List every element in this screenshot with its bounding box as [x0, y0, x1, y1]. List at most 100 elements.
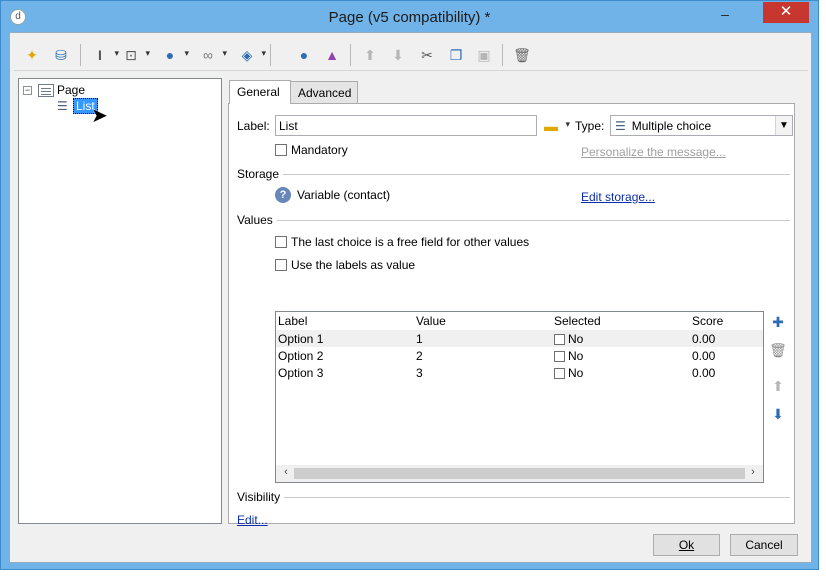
cell-selected[interactable]: No	[554, 366, 583, 380]
cell-value: 1	[416, 332, 423, 346]
visibility-section-header: Visibility	[237, 490, 790, 504]
shapes-icon[interactable]: ▲	[322, 45, 342, 65]
personalize-icon[interactable]: ▬	[541, 116, 570, 136]
checkbox-box[interactable]	[275, 259, 287, 271]
move-down-icon[interactable]: ⬇	[769, 406, 787, 424]
cell-selected-text: No	[568, 332, 584, 346]
tree-node-page[interactable]: − Page	[23, 82, 85, 98]
title-bar[interactable]: d Page (v5 compatibility) * – ✕	[1, 1, 818, 33]
dialog-body: ✦ ⛁ I ⊡ ● ∞ ◈ ● ▲ ⬆ ⬇ ✂ ❐ ▣ 🗑 − Page	[9, 32, 812, 563]
link-icon[interactable]: ∞	[198, 45, 227, 65]
toolbar: ✦ ⛁ I ⊡ ● ∞ ◈ ● ▲ ⬆ ⬇ ✂ ❐ ▣ 🗑	[14, 39, 808, 71]
table-row[interactable]: Option 1 1 No 0.00	[276, 330, 763, 347]
values-title: Values	[237, 213, 273, 227]
free-field-label: The last choice is a free field for othe…	[291, 235, 530, 249]
use-labels-checkbox[interactable]: Use the labels as value	[275, 258, 415, 272]
cell-score: 0.00	[692, 366, 716, 380]
close-button[interactable]: ✕	[763, 2, 809, 23]
checkbox-box[interactable]	[275, 236, 287, 248]
trash-icon[interactable]: 🗑	[512, 45, 532, 65]
cell-label: Option 1	[278, 332, 324, 346]
storage-section-header: Storage	[237, 167, 790, 181]
values-section-header: Values	[237, 213, 790, 227]
help-icon: ?	[275, 187, 291, 203]
copy-icon[interactable]: ❐	[446, 45, 466, 65]
cell-selected[interactable]: No	[554, 349, 583, 363]
column-header-label[interactable]: Label	[278, 314, 307, 328]
visibility-title: Visibility	[237, 490, 281, 504]
cell-score: 0.00	[692, 349, 716, 363]
column-header-value[interactable]: Value	[416, 314, 446, 328]
mouse-cursor-icon: ➤	[91, 105, 108, 127]
cell-selected-text: No	[568, 349, 584, 363]
personalize-message-link[interactable]: Personalize the message...	[581, 145, 726, 159]
scroll-right-icon[interactable]: ›	[745, 466, 761, 478]
type-select[interactable]: ☰ Multiple choice ▼	[610, 115, 793, 136]
person-icon[interactable]: ●	[294, 45, 314, 65]
tab-general[interactable]: General	[229, 80, 291, 104]
ok-button[interactable]: Ok	[653, 534, 720, 556]
storage-title: Storage	[237, 167, 280, 181]
globe-icon[interactable]: ●	[160, 45, 189, 65]
page-icon	[38, 83, 54, 97]
toolbar-separator	[80, 44, 81, 66]
checkbox-box[interactable]	[554, 334, 565, 345]
checkbox-box[interactable]	[554, 351, 565, 362]
tab-advanced[interactable]: Advanced	[290, 81, 358, 103]
mandatory-checkbox[interactable]: Mandatory	[275, 143, 348, 157]
delete-value-icon[interactable]: 🗑	[769, 342, 787, 360]
chevron-down-icon[interactable]: ▼	[775, 116, 792, 135]
magic-wand-icon[interactable]: ✦	[22, 45, 42, 65]
collapse-icon[interactable]: −	[23, 85, 32, 95]
mandatory-label: Mandatory	[291, 143, 348, 157]
add-value-icon[interactable]: ✚	[769, 314, 787, 332]
arrow-down-icon[interactable]: ⬇	[388, 45, 408, 65]
ok-label: Ok	[678, 538, 695, 552]
free-field-checkbox[interactable]: The last choice is a free field for othe…	[275, 235, 529, 249]
minimize-button[interactable]: –	[715, 5, 735, 25]
type-caption: Type:	[575, 119, 605, 133]
cell-selected-text: No	[568, 366, 584, 380]
toolbar-separator	[350, 44, 351, 66]
table-row[interactable]: Option 2 2 No 0.00	[276, 347, 763, 364]
move-up-icon[interactable]: ⬆	[769, 378, 787, 396]
label-caption: Label:	[237, 119, 270, 133]
cell-value: 2	[416, 349, 423, 363]
label-input[interactable]: List	[275, 115, 537, 136]
column-header-score[interactable]: Score	[692, 314, 723, 328]
scroll-left-icon[interactable]: ‹	[278, 466, 294, 478]
checkbox-box[interactable]	[554, 368, 565, 379]
storage-info: ? Variable (contact)	[275, 187, 390, 203]
cell-value: 3	[416, 366, 423, 380]
list-icon: ☰	[57, 99, 68, 113]
paste-icon[interactable]: ▣	[474, 45, 494, 65]
form-input-icon[interactable]: ⊡	[121, 45, 150, 65]
table-row[interactable]: Option 3 3 No 0.00	[276, 364, 763, 381]
arrow-up-icon[interactable]: ⬆	[360, 45, 380, 65]
dialog-window: d Page (v5 compatibility) * – ✕ ✦ ⛁ I ⊡ …	[0, 0, 819, 570]
edit-visibility-link[interactable]: Edit...	[237, 513, 268, 527]
cancel-button[interactable]: Cancel	[730, 534, 798, 556]
database-user-icon[interactable]: ⛁	[51, 45, 71, 65]
tree-node-label: Page	[57, 83, 86, 97]
general-panel: Label: List ▬ Type: ☰ Multiple choice ▼ …	[228, 103, 795, 527]
scrollbar-thumb[interactable]	[294, 468, 745, 479]
scissors-icon[interactable]: ✂	[417, 45, 437, 65]
window-title: Page (v5 compatibility) *	[328, 9, 491, 26]
toolbar-separator	[270, 44, 271, 66]
cell-selected[interactable]: No	[554, 332, 583, 346]
list-icon: ☰	[615, 118, 626, 133]
cell-label: Option 2	[278, 349, 324, 363]
text-cursor-icon[interactable]: I	[90, 45, 119, 65]
checkbox-box[interactable]	[275, 144, 287, 156]
values-table: Label Value Selected Score Option 1 1 No…	[275, 311, 764, 483]
column-header-selected[interactable]: Selected	[554, 314, 601, 328]
cube-icon[interactable]: ◈	[237, 45, 266, 65]
storage-value: Variable (contact)	[297, 188, 391, 202]
cell-score: 0.00	[692, 332, 716, 346]
page-tree: − Page ☰ List ➤	[18, 78, 222, 524]
edit-storage-link[interactable]: Edit storage...	[581, 190, 655, 204]
table-header: Label Value Selected Score	[276, 312, 763, 330]
cell-label: Option 3	[278, 366, 324, 380]
horizontal-scrollbar[interactable]: ‹ ›	[276, 465, 763, 482]
